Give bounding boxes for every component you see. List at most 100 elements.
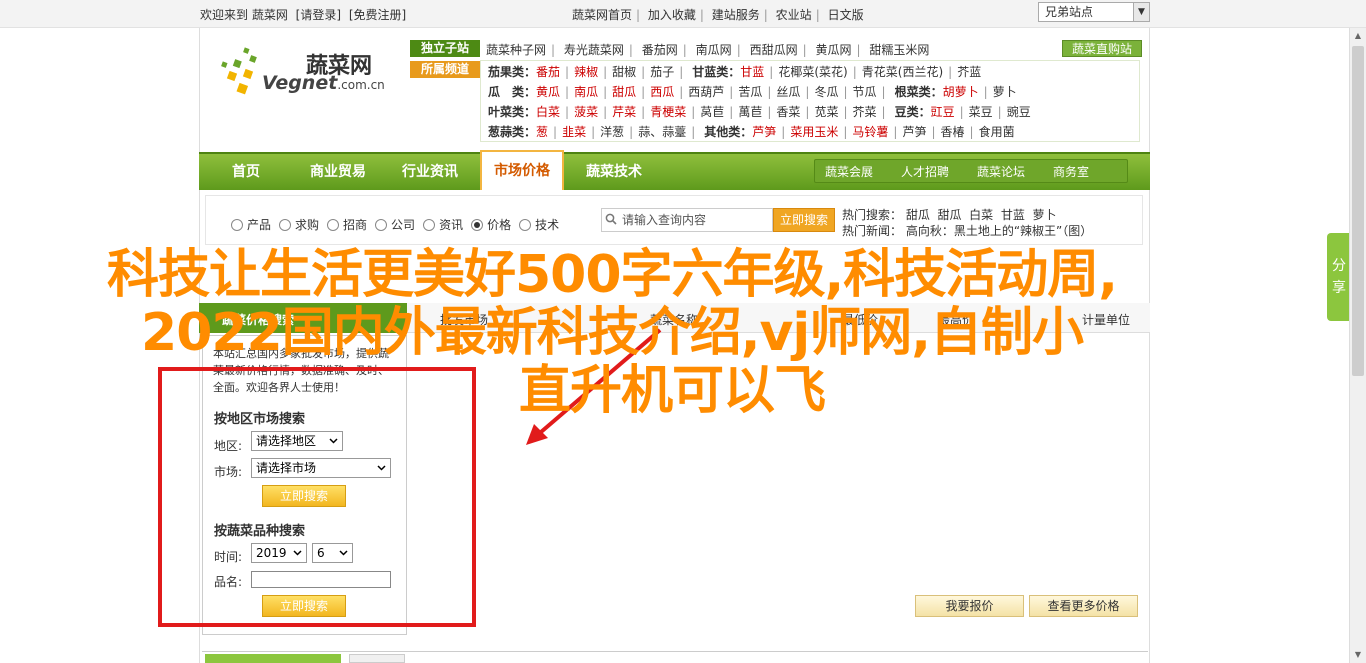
category-item[interactable]: 番茄 [536,65,560,79]
category-item[interactable]: 节瓜 [853,85,877,99]
category-item[interactable]: 甜椒 [612,65,636,79]
site-logo[interactable]: 蔬菜网 Vegnet.com.cn [210,36,400,112]
category-item[interactable]: 洋葱 [600,125,624,139]
category-label: 其他类： [704,125,753,139]
category-item[interactable]: 韭菜 [562,125,586,139]
category-item[interactable]: 马铃薯 [852,125,888,139]
search-type-radio[interactable]: 资讯 [423,216,463,233]
share-tab[interactable]: 分享 [1327,233,1351,321]
scroll-up-icon[interactable]: ▲ [1353,31,1363,41]
subnav-jobs[interactable]: 人才招聘 [901,163,949,180]
sister-sites-value: 兄弟站点 [1045,5,1094,19]
sub-site-link[interactable]: 甜糯玉米网 [869,43,929,57]
register-link[interactable]: [免费注册] [349,8,406,22]
category-item[interactable]: 南瓜 [574,85,598,99]
scroll-thumb[interactable] [1352,46,1364,376]
hot-item[interactable]: 甘蓝 [1001,208,1025,222]
nav-tech[interactable]: 蔬菜技术 [573,154,655,190]
nav-trade[interactable]: 商业贸易 [297,154,379,190]
hot-item[interactable]: 甜瓜 [906,208,930,222]
radio-label: 求购 [295,218,320,232]
category-row: 茄果类：番茄 | 辣椒 | 甜椒 | 茄子 | 甘蓝类：甘蓝 | 花椰菜(菜花) | 青花菜(西兰花) |… [488,65,982,79]
category-item[interactable]: 芥蓝 [957,65,981,79]
category-label: 甘蓝类： [692,65,741,79]
search-type-radio[interactable]: 产品 [231,216,271,233]
sub-site-link[interactable]: 西甜瓜网 [750,43,798,57]
top-link-japanese[interactable]: 日文版 [828,8,864,22]
direct-store-button[interactable]: 蔬菜直购站 [1062,40,1142,57]
category-item[interactable]: 黄瓜 [536,85,560,99]
top-link-home[interactable]: 蔬菜网首页 [572,8,632,22]
subnav-office[interactable]: 商务室 [1053,163,1089,180]
top-link-build[interactable]: 建站服务 [712,8,760,22]
category-item[interactable]: 葱 [536,125,548,139]
category-item[interactable]: 丝瓜 [776,85,800,99]
category-item[interactable]: 芹菜 [612,105,636,119]
top-link-favorite[interactable]: 加入收藏 [648,8,696,22]
independent-sites-tag: 独立子站 [410,40,480,57]
sub-site-link[interactable]: 蔬菜种子网 [486,43,546,57]
search-type-radio[interactable]: 招商 [327,216,367,233]
sub-site-link[interactable]: 寿光蔬菜网 [564,43,624,57]
category-item[interactable]: 菜豆 [969,105,993,119]
more-prices-button[interactable]: 查看更多价格 [1029,595,1138,617]
subnav-expo[interactable]: 蔬菜会展 [825,163,873,180]
category-item[interactable]: 芥菜 [853,105,877,119]
search-button[interactable]: 立即搜索 [773,208,835,232]
overlay-line-3: 直升机可以飞 [518,361,826,421]
hot-news-link[interactable]: 高向秋：黑土地上的“辣椒王”（图） [906,224,1092,238]
search-input[interactable]: 请输入查询内容 [601,208,773,232]
subnav-forum[interactable]: 蔬菜论坛 [977,163,1025,180]
category-item[interactable]: 芦笋 [752,125,776,139]
category-item[interactable]: 苋菜 [814,105,838,119]
category-item[interactable]: 白菜 [536,105,560,119]
search-type-radio[interactable]: 求购 [279,216,319,233]
radio-label: 价格 [487,218,512,232]
login-link[interactable]: [请登录] [296,8,341,22]
category-item[interactable]: 青梗菜 [650,105,686,119]
sister-sites-select[interactable]: 兄弟站点 ▼ [1038,2,1150,22]
nav-market-price[interactable]: 市场价格 [480,150,564,190]
category-item[interactable]: 西瓜 [650,85,674,99]
sub-site-link[interactable]: 番茄网 [642,43,678,57]
next-section-tab [205,654,341,663]
category-item[interactable]: 芦笋 [902,125,926,139]
category-item[interactable]: 甜瓜 [612,85,636,99]
category-item[interactable]: 苦瓜 [738,85,762,99]
hot-item[interactable]: 白菜 [969,208,993,222]
category-item[interactable]: 冬瓜 [814,85,838,99]
hot-item[interactable]: 萝卜 [1032,208,1056,222]
search-type-radio[interactable]: 公司 [375,216,415,233]
sub-site-link[interactable]: 黄瓜网 [815,43,851,57]
search-type-radio[interactable]: 技术 [519,216,559,233]
category-item[interactable]: 莴苣 [700,105,724,119]
top-bar-links: 蔬菜网首页 | 加入收藏 | 建站服务 | 农业站 | 日文版 [572,8,864,22]
category-item[interactable]: 辣椒 [574,65,598,79]
category-item[interactable]: 蒜、蒜薹 [638,125,686,139]
category-item[interactable]: 茄子 [650,65,674,79]
category-item[interactable]: 菜用玉米 [790,125,838,139]
category-item[interactable]: 胡萝卜 [943,85,979,99]
category-item[interactable]: 甘蓝 [740,65,764,79]
category-item[interactable]: 菠菜 [574,105,598,119]
category-label: 瓜 类： [488,85,537,99]
category-item[interactable]: 西葫芦 [688,85,724,99]
top-link-agri[interactable]: 农业站 [776,8,812,22]
category-item[interactable]: 豌豆 [1007,105,1031,119]
category-item[interactable]: 萝卜 [993,85,1017,99]
nav-news[interactable]: 行业资讯 [389,154,471,190]
category-item[interactable]: 花椰菜(菜花) [778,65,847,79]
nav-home[interactable]: 首页 [215,154,277,190]
search-type-radio[interactable]: 价格 [471,216,511,233]
scroll-down-icon[interactable]: ▼ [1353,650,1363,660]
category-item[interactable]: 香菜 [776,105,800,119]
category-item[interactable]: 萬苣 [738,105,762,119]
category-item[interactable]: 香椿 [941,125,965,139]
category-item[interactable]: 豇豆 [931,105,955,119]
category-item[interactable]: 青花菜(西兰花) [862,65,943,79]
vertical-scrollbar[interactable]: ▲ ▼ [1349,28,1366,663]
report-price-button[interactable]: 我要报价 [915,595,1024,617]
sub-site-link[interactable]: 南瓜网 [696,43,732,57]
hot-item[interactable]: 甜瓜 [938,208,962,222]
category-item[interactable]: 食用菌 [979,125,1015,139]
